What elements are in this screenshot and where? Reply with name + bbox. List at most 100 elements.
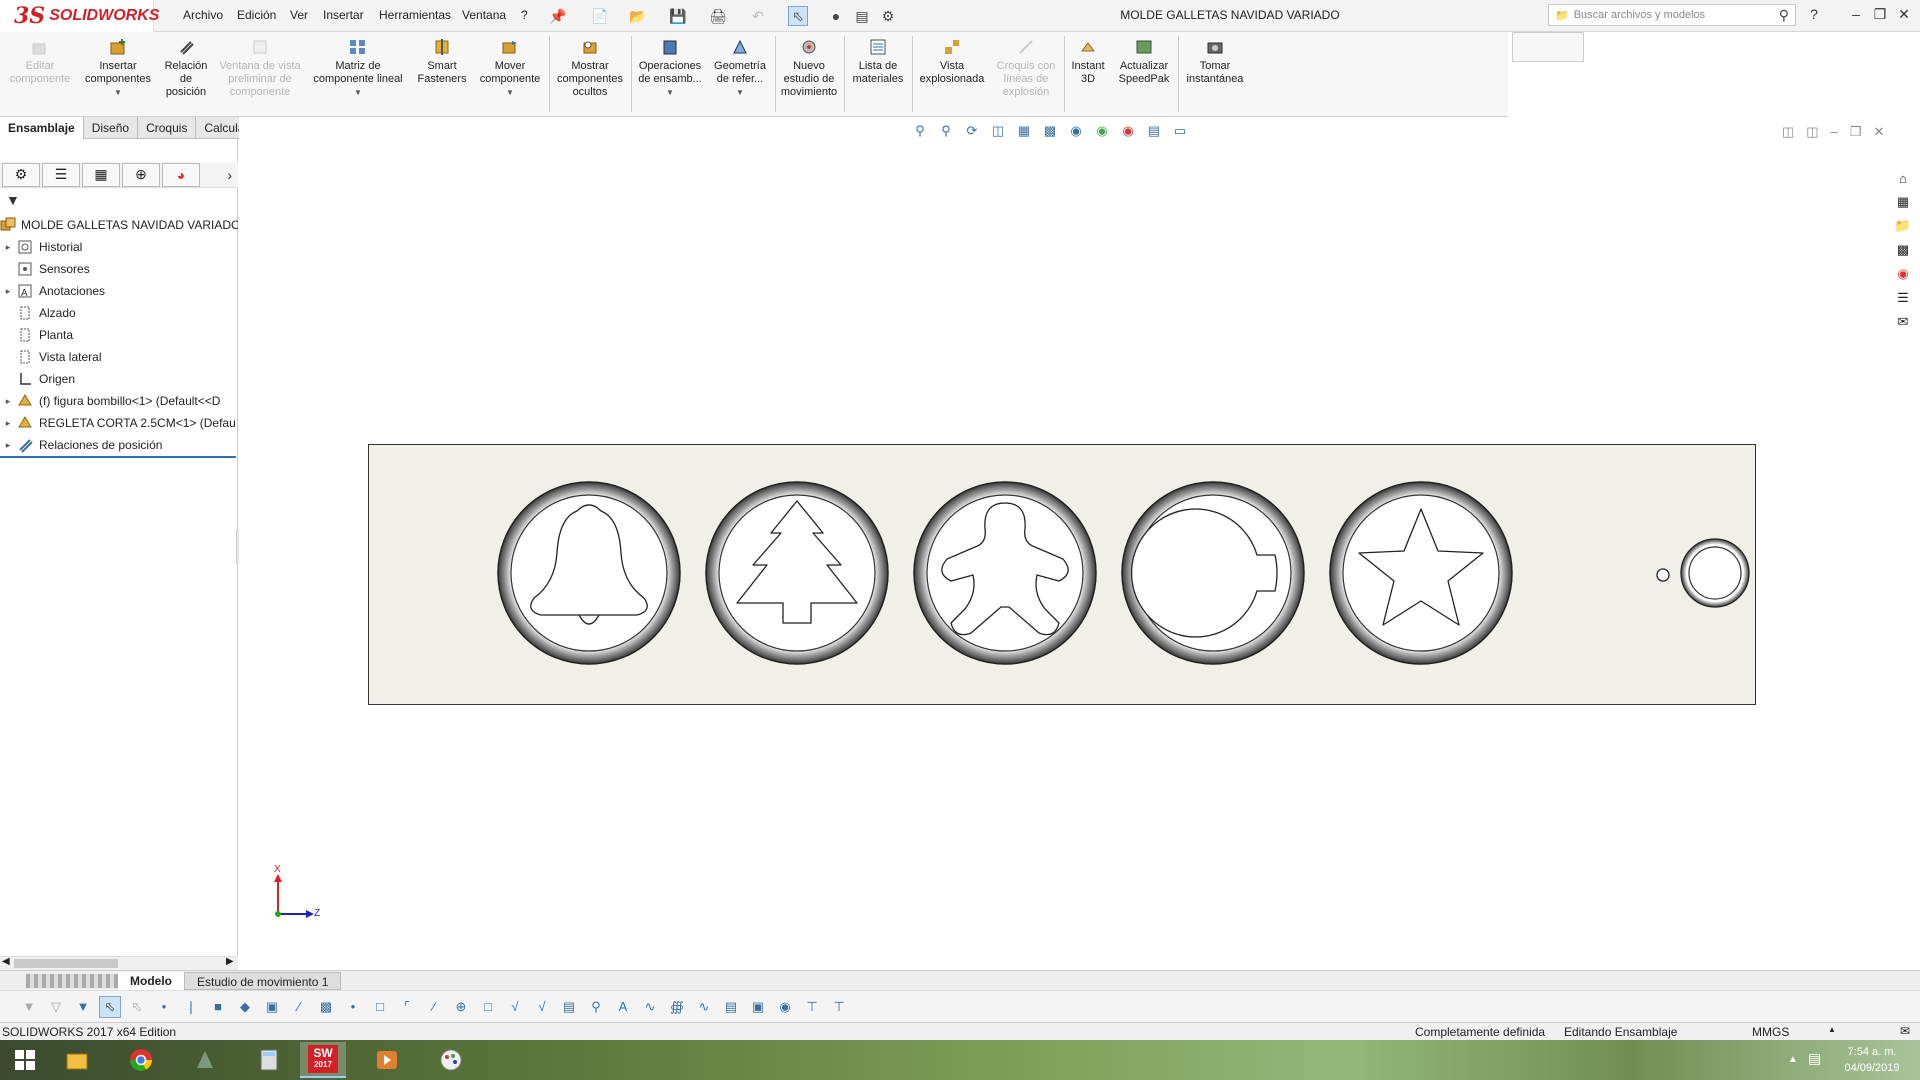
tree-item-relaciones[interactable]: ▸ Relaciones de posición xyxy=(0,434,238,456)
menu-ventana[interactable]: Ventana xyxy=(462,8,506,22)
display-style-icon[interactable]: ◉ xyxy=(1066,122,1086,140)
property-manager-tab-icon[interactable]: ☰ xyxy=(42,162,80,187)
tree-item-regleta-corta[interactable]: ▸ REGLETA CORTA 2.5CM<1> (Defau xyxy=(0,412,238,434)
rebuild-icon[interactable]: ● xyxy=(826,6,846,26)
appearances-icon[interactable]: ◉ xyxy=(1892,264,1914,284)
filter-icon[interactable]: ▼ xyxy=(6,192,20,208)
viewport-close-icon[interactable]: ✕ xyxy=(1873,124,1884,140)
windows-start-icon[interactable] xyxy=(2,1042,48,1078)
exploded-view-button[interactable]: Vista explosionada xyxy=(914,36,990,86)
hide-show-items-icon[interactable]: ◉ xyxy=(1092,122,1112,140)
dropdown-arrow-icon[interactable]: ▼ xyxy=(114,86,122,99)
display-manager-tab-icon[interactable]: ◕ xyxy=(162,162,200,187)
viewport-tile2-icon[interactable]: ◫ xyxy=(1806,124,1818,140)
viewport-restore-icon[interactable]: ❐ xyxy=(1850,124,1862,140)
filter-dimensions-icon[interactable]: ⊕ xyxy=(450,996,472,1018)
tab-scroll-controls[interactable] xyxy=(26,973,118,988)
select-all-icon[interactable]: ⬁ xyxy=(126,996,148,1018)
mate-button[interactable]: Relación de posición xyxy=(158,36,214,99)
dynamic-annotation-icon[interactable]: ▦ xyxy=(1014,122,1034,140)
close-icon[interactable]: ✕ xyxy=(1894,6,1914,23)
status-help-icon[interactable]: ✉ xyxy=(1900,1024,1910,1038)
feature-tree-tab-icon[interactable]: ⚙ xyxy=(2,162,40,187)
scroll-left-icon[interactable]: ◀ xyxy=(2,956,10,967)
undo-icon[interactable]: ↶ xyxy=(748,6,768,26)
filter-toggle-icon[interactable]: ▼ xyxy=(18,996,40,1018)
tree-item-vista-lateral[interactable]: Vista lateral xyxy=(0,346,238,368)
forum-icon[interactable]: ✉ xyxy=(1892,312,1914,332)
expand-arrow-icon[interactable]: ▸ xyxy=(0,396,16,407)
tree-item-anotaciones[interactable]: ▸ A Anotaciones xyxy=(0,280,238,302)
dimxpert-tab-icon[interactable]: ⊕ xyxy=(122,162,160,187)
filter-faces-icon[interactable]: ■ xyxy=(207,996,229,1018)
filter-planes-icon[interactable]: ▩ xyxy=(315,996,337,1018)
filter-solid-bodies-icon[interactable]: ▣ xyxy=(261,996,283,1018)
command-manager-flyout[interactable] xyxy=(1512,32,1584,62)
print-icon[interactable]: 🖨 xyxy=(708,6,728,26)
filter-clear-icon[interactable]: ▼ xyxy=(72,996,94,1018)
dropdown-arrow-icon[interactable]: ▼ xyxy=(354,86,362,99)
search-box[interactable]: 📁 Buscar archivos y modelos ⚲ xyxy=(1548,4,1796,26)
filter-sketch-points-icon[interactable]: • xyxy=(342,996,364,1018)
pin-icon[interactable]: 📌 xyxy=(548,6,568,26)
menu-edicion[interactable]: Edición xyxy=(237,8,276,22)
solidworks-composer-taskbar-icon[interactable] xyxy=(182,1042,228,1078)
save-icon[interactable]: 💾 xyxy=(668,6,688,26)
menu-help[interactable]: ? xyxy=(521,8,528,22)
media-player-taskbar-icon[interactable] xyxy=(364,1042,410,1078)
units-dropdown-icon[interactable]: ▲ xyxy=(1828,1025,1836,1034)
tab-croquis[interactable]: Croquis xyxy=(138,117,197,139)
tab-ensamblaje[interactable]: Ensamblaje xyxy=(0,117,84,139)
small-hole[interactable] xyxy=(1656,568,1670,582)
bill-of-materials-button[interactable]: Lista de materiales xyxy=(846,36,910,86)
paint-taskbar-icon[interactable] xyxy=(428,1042,474,1078)
tree-item-alzado[interactable]: Alzado xyxy=(0,302,238,324)
assembly-features-button[interactable]: Operaciones de ensamb... ▼ xyxy=(634,36,706,99)
calculator-taskbar-icon[interactable] xyxy=(246,1042,292,1078)
tab-estudio-movimiento[interactable]: Estudio de movimiento 1 xyxy=(184,971,342,990)
scrollbar-thumb[interactable] xyxy=(14,959,118,968)
tab-diseno[interactable]: Diseño xyxy=(84,117,139,139)
tray-expand-icon[interactable]: ▲ xyxy=(1788,1054,1798,1065)
scroll-right-icon[interactable]: ▶ xyxy=(226,956,234,967)
apply-scene-icon[interactable]: ▤ xyxy=(1144,122,1164,140)
tree-cutter[interactable] xyxy=(705,481,889,665)
tree-item-origen[interactable]: Origen xyxy=(0,368,238,390)
filter-balloons-icon[interactable]: A xyxy=(612,996,634,1018)
new-document-icon[interactable]: 📄 xyxy=(590,6,610,26)
filter-dowel-icon[interactable]: ∿ xyxy=(693,996,715,1018)
select-arrow-icon[interactable]: ⬁ xyxy=(788,6,808,26)
restore-icon[interactable]: ❐ xyxy=(1870,6,1890,23)
tab-modelo[interactable]: Modelo xyxy=(118,971,184,990)
take-snapshot-button[interactable]: Tomar instantánea xyxy=(1180,36,1250,86)
menu-insertar[interactable]: Insertar xyxy=(323,8,364,22)
filter-weld-icon[interactable]: √ xyxy=(531,996,553,1018)
star-cutter[interactable] xyxy=(1329,481,1513,665)
mold-plate[interactable] xyxy=(368,444,1756,705)
solidworks-resources-icon[interactable]: ⌂ xyxy=(1892,168,1914,188)
filter-surface-bodies-icon[interactable]: ◆ xyxy=(234,996,256,1018)
tree-item-sensores[interactable]: Sensores xyxy=(0,258,238,280)
menu-herramientas[interactable]: Herramientas xyxy=(379,8,451,22)
custom-properties-icon[interactable]: ☰ xyxy=(1892,288,1914,308)
dropdown-arrow-icon[interactable]: ▼ xyxy=(666,86,674,99)
chrome-taskbar-icon[interactable] xyxy=(118,1042,164,1078)
viewport-tile-icon[interactable]: ◫ xyxy=(1782,124,1794,140)
zoom-to-area-icon[interactable]: ⚲ xyxy=(936,122,956,140)
filter-hide-icon[interactable]: ▽ xyxy=(45,996,67,1018)
network-icon[interactable]: ▤ xyxy=(1808,1050,1821,1067)
expand-arrow-icon[interactable]: ▸ xyxy=(0,440,16,451)
search-icon[interactable]: ⚲ xyxy=(1779,7,1789,24)
new-motion-study-button[interactable]: Nuevo estudio de movimiento xyxy=(776,36,842,99)
filter-routing-points-icon[interactable]: ◉ xyxy=(774,996,796,1018)
menu-archivo[interactable]: Archivo xyxy=(183,8,223,22)
system-clock[interactable]: 7:54 a. m. 04/09/2019 xyxy=(1830,1044,1914,1076)
preview-window-button[interactable]: Ventana de vista preliminar de component… xyxy=(214,36,306,99)
file-explorer-icon[interactable]: 📁 xyxy=(1892,216,1914,236)
view-settings-icon[interactable]: ▭ xyxy=(1170,122,1190,140)
expand-arrow-icon[interactable]: ▸ xyxy=(0,242,16,253)
design-library-icon[interactable]: ▦ xyxy=(1892,192,1914,212)
smart-fasteners-button[interactable]: Smart Fasteners xyxy=(412,36,472,86)
file-properties-icon[interactable]: ▤ xyxy=(852,6,872,26)
view-palette-icon[interactable]: ▩ xyxy=(1892,240,1914,260)
